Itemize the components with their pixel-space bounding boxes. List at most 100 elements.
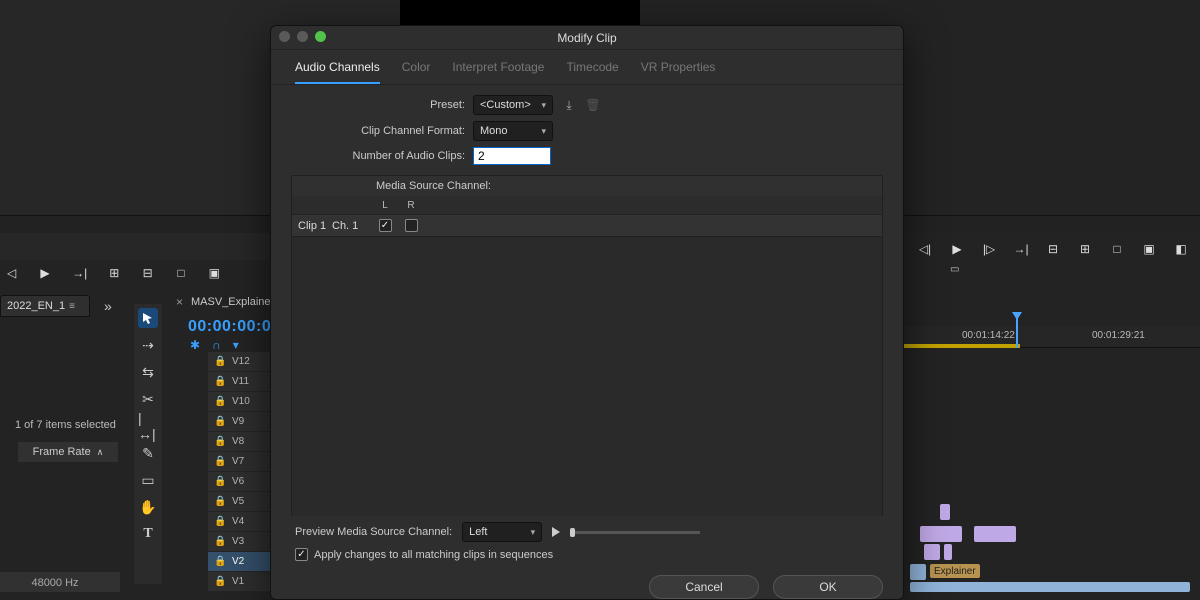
ruler-tick: 00:01:29:21 <box>1092 330 1145 341</box>
lock-icon[interactable]: 🔒 <box>214 436 226 447</box>
tab-audio-channels[interactable]: Audio Channels <box>295 60 380 84</box>
panel-overflow-icon[interactable]: » <box>104 298 112 314</box>
hand-tool[interactable]: ✋ <box>138 497 158 517</box>
track-header-v5[interactable]: 🔒 V5 <box>208 492 270 512</box>
tab-vr-properties[interactable]: VR Properties <box>641 60 716 84</box>
track-header-v6[interactable]: 🔒V6 <box>208 472 270 492</box>
track-header-v7[interactable]: 🔒V7 <box>208 452 270 472</box>
preset-row: Preset: <Custom> ▾ ⤓ 🗑 <box>295 95 879 115</box>
window-close-icon[interactable] <box>279 31 290 42</box>
cancel-button[interactable]: Cancel <box>649 575 759 599</box>
playhead[interactable] <box>1016 316 1018 348</box>
timeline-timecode[interactable]: 00:00:00:00 <box>188 318 281 336</box>
insert-icon[interactable]: ⊞ <box>109 266 120 280</box>
pen-tool[interactable]: ✎ <box>138 443 158 463</box>
tab-interpret-footage[interactable]: Interpret Footage <box>452 60 544 84</box>
ripple-edit-tool[interactable]: ⇆ <box>138 362 158 382</box>
play-icon[interactable]: ▶ <box>948 240 966 258</box>
window-minimize-icon[interactable] <box>297 31 308 42</box>
snap-icon[interactable]: ✱ <box>190 338 200 352</box>
track-header-v10[interactable]: 🔒V10 <box>208 392 270 412</box>
transport-sub-icon[interactable]: ▭ <box>950 264 959 275</box>
dialog-tabs: Audio Channels Color Interpret Footage Time… <box>271 50 903 85</box>
play-icon[interactable]: ▶ <box>39 266 50 280</box>
channel-l-checkbox[interactable] <box>379 219 392 232</box>
video-clip[interactable] <box>944 544 952 560</box>
lock-icon[interactable]: 🔒 <box>214 536 226 547</box>
step-back-icon[interactable]: ◁| <box>916 240 934 258</box>
project-panel-tab[interactable]: 2022_EN_1 ≡ <box>0 295 90 317</box>
linked-selection-icon[interactable]: ∩ <box>212 338 221 352</box>
timeline-top-ruler <box>904 215 1200 233</box>
lock-icon[interactable]: 🔒 <box>214 476 226 487</box>
go-end-icon[interactable]: →| <box>1012 240 1030 258</box>
tab-timecode[interactable]: Timecode <box>566 60 618 84</box>
track-name: V4 <box>232 516 244 527</box>
preset-select[interactable]: <Custom> ▾ <box>473 95 553 115</box>
track-header-v12[interactable]: 🔒V12 <box>208 352 270 372</box>
lock-icon[interactable]: 🔒 <box>214 456 226 467</box>
chevron-down-icon: ▾ <box>531 527 536 538</box>
rectangle-tool[interactable]: ▭ <box>138 470 158 490</box>
track-select-tool[interactable]: ⇢ <box>138 335 158 355</box>
sort-asc-icon: ∧ <box>97 447 104 458</box>
track-header-v11[interactable]: 🔒V11 <box>208 372 270 392</box>
type-tool[interactable]: T <box>138 524 158 544</box>
save-preset-icon[interactable]: ⤓ <box>561 97 577 113</box>
track-header-v3[interactable]: 🔒V3 <box>208 532 270 552</box>
export-frame-icon[interactable]: ▣ <box>209 266 220 280</box>
track-header-v1[interactable]: 🔒V1 <box>208 572 270 592</box>
razor-tool[interactable]: ✂ <box>138 389 158 409</box>
close-icon[interactable]: × <box>176 295 183 309</box>
sequence-tab[interactable]: × MASV_Explaine <box>176 295 271 309</box>
clip-label[interactable]: Explainer <box>930 564 980 578</box>
lock-icon[interactable]: 🔒 <box>214 416 226 427</box>
tab-color[interactable]: Color <box>402 60 431 84</box>
camera-icon[interactable]: □ <box>175 266 186 280</box>
lock-icon[interactable]: 🔒 <box>214 356 226 367</box>
selection-tool[interactable] <box>138 308 158 328</box>
camera-icon[interactable]: □ <box>1108 240 1126 258</box>
preset-label: Preset: <box>295 99 465 111</box>
slip-tool[interactable]: |↔| <box>138 416 158 436</box>
video-clip[interactable] <box>910 564 926 580</box>
window-maximize-icon[interactable] <box>315 31 326 42</box>
track-name: V5 <box>232 496 244 507</box>
extract-icon[interactable]: ⊞ <box>1076 240 1094 258</box>
delete-preset-icon[interactable]: 🗑 <box>585 97 601 113</box>
lock-icon[interactable]: 🔒 <box>214 496 226 507</box>
track-header-v4[interactable]: 🔒 V4 <box>208 512 270 532</box>
overwrite-icon[interactable]: ⊟ <box>142 266 153 280</box>
track-header-v9[interactable]: 🔒V9 <box>208 412 270 432</box>
lock-icon[interactable]: 🔒 <box>214 516 226 527</box>
work-area-bar[interactable] <box>904 344 1020 348</box>
track-header-v8[interactable]: 🔒V8 <box>208 432 270 452</box>
video-clip[interactable] <box>920 526 962 542</box>
frame-back-icon[interactable]: ◁ <box>6 266 17 280</box>
lift-icon[interactable]: ⊟ <box>1044 240 1062 258</box>
clip-channel-format-select[interactable]: Mono ▾ <box>473 121 553 141</box>
frame-fwd-icon[interactable]: →| <box>73 266 87 280</box>
video-clip[interactable] <box>940 504 950 520</box>
preview-channel-select[interactable]: Left ▾ <box>462 522 542 542</box>
apply-to-all-checkbox[interactable] <box>295 548 308 561</box>
num-clips-input[interactable] <box>473 147 551 165</box>
lock-icon[interactable]: 🔒 <box>214 376 226 387</box>
track-header-v2[interactable]: 🔒V2 <box>208 552 270 572</box>
video-clip[interactable] <box>924 544 940 560</box>
marker-icon[interactable]: ▾ <box>233 338 239 352</box>
frame-rate-column-header[interactable]: Frame Rate ∧ <box>18 442 118 462</box>
channel-r-checkbox[interactable] <box>405 219 418 232</box>
export-icon[interactable]: ▣ <box>1140 240 1158 258</box>
video-clip[interactable] <box>974 526 1016 542</box>
channel-mapping-table: Media Source Channel: L R Clip 1 Ch. 1 <box>291 175 883 237</box>
preview-scrubber[interactable] <box>570 531 700 534</box>
preview-play-icon[interactable] <box>552 527 560 537</box>
lock-icon[interactable]: 🔒 <box>214 576 226 587</box>
step-fwd-icon[interactable]: |▷ <box>980 240 998 258</box>
lock-icon[interactable]: 🔒 <box>214 396 226 407</box>
ok-button[interactable]: OK <box>773 575 883 599</box>
lock-icon[interactable]: 🔒 <box>214 556 226 567</box>
compare-icon[interactable]: ◧ <box>1172 240 1190 258</box>
video-clip[interactable] <box>910 582 1190 592</box>
